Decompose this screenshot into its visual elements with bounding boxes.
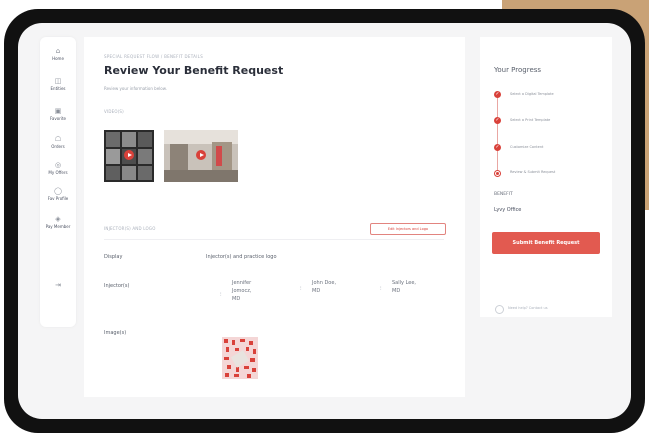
submit-benefit-request-button[interactable]: Submit Benefit Request — [492, 232, 600, 254]
play-icon[interactable] — [124, 150, 134, 160]
home-icon: ⌂ — [55, 47, 61, 55]
pay-icon: ◈ — [55, 215, 61, 223]
sidebar-item-favorite[interactable]: ▣ Favorite — [40, 107, 76, 121]
orders-icon: ☖ — [54, 135, 62, 143]
sidebar-item-home[interactable]: ⌂ Home — [40, 47, 76, 61]
logo-pattern-image — [222, 337, 258, 379]
injector-item: John Doe, MD — [312, 280, 337, 294]
progress-panel: Your Progress ✓ Select a Digital Templat… — [480, 37, 612, 317]
sidebar-item-orders[interactable]: ☖ Orders — [40, 135, 76, 149]
practice-logo-image — [222, 337, 258, 379]
progress-step: Select a Print Template — [510, 118, 551, 122]
review-panel: SPECIAL REQUEST FLOW / BENEFIT DETAILS R… — [84, 37, 465, 397]
logout-icon: ⇥ — [55, 281, 61, 289]
videos-section-label: VIDEO(S) — [104, 109, 124, 114]
benefit-value: Lyvy Office — [494, 207, 522, 213]
video-thumbnail-grid[interactable] — [104, 130, 154, 182]
display-label: Display — [104, 254, 123, 260]
progress-title: Your Progress — [494, 66, 542, 74]
page-subtitle: Review your information below. — [104, 86, 167, 91]
help-icon — [495, 305, 504, 314]
favorite-icon: ▣ — [54, 107, 62, 115]
user-icon: ⁝ — [220, 292, 222, 298]
offers-icon: ◎ — [54, 161, 62, 169]
sidebar-item-logout[interactable]: ⇥ — [40, 281, 76, 289]
page-title: Review Your Benefit Request — [104, 64, 284, 77]
sidebar-item-fav-profile[interactable]: ◯ Fav Profile — [40, 187, 76, 201]
entities-icon: ◫ — [54, 77, 62, 85]
profile-icon: ◯ — [54, 187, 62, 195]
injectors-row-label: Injector(s) — [104, 283, 130, 289]
sidebar-nav: ⌂ Home ◫ Entities ▣ Favorite ☖ Orders ◎ … — [40, 37, 76, 327]
check-icon: ✓ — [494, 91, 501, 98]
injector-item: Sally Lee, MD — [392, 280, 417, 294]
progress-step-current: Review & Submit Request — [510, 170, 556, 174]
sidebar-item-pay-member[interactable]: ◈ Pay Member — [40, 215, 76, 229]
progress-step: Select a Digital Template — [510, 92, 554, 96]
sidebar-item-entities[interactable]: ◫ Entities — [40, 77, 76, 91]
help-text[interactable]: Need help? Contact us — [508, 306, 548, 310]
images-row-label: Image(s) — [104, 330, 127, 336]
user-icon: ⁝ — [380, 286, 382, 292]
benefit-label: BENEFIT — [494, 192, 513, 197]
app-screen: ⌂ Home ◫ Entities ▣ Favorite ☖ Orders ◎ … — [18, 23, 631, 419]
breadcrumb: SPECIAL REQUEST FLOW / BENEFIT DETAILS — [104, 54, 204, 59]
injector-item: Jennifer Jomocz, MD — [232, 280, 252, 302]
check-icon: ✓ — [494, 144, 501, 151]
current-step-icon — [494, 170, 501, 177]
progress-line — [497, 97, 498, 177]
sidebar-item-my-offers[interactable]: ◎ My Offers — [40, 161, 76, 175]
video-thumbnail-room[interactable] — [164, 130, 238, 182]
tablet-frame: ⌂ Home ◫ Entities ▣ Favorite ☖ Orders ◎ … — [4, 9, 645, 433]
play-icon[interactable] — [196, 150, 206, 160]
edit-injectors-button[interactable]: Edit Injectors and Logo — [370, 223, 446, 235]
display-value: Injector(s) and practice logo — [206, 254, 277, 260]
user-icon: ⁝ — [300, 286, 302, 292]
divider — [104, 239, 444, 240]
check-icon: ✓ — [494, 117, 501, 124]
injectors-section-label: INJECTOR(S) AND LOGO — [104, 226, 156, 231]
progress-step: Customize Content — [510, 145, 544, 149]
